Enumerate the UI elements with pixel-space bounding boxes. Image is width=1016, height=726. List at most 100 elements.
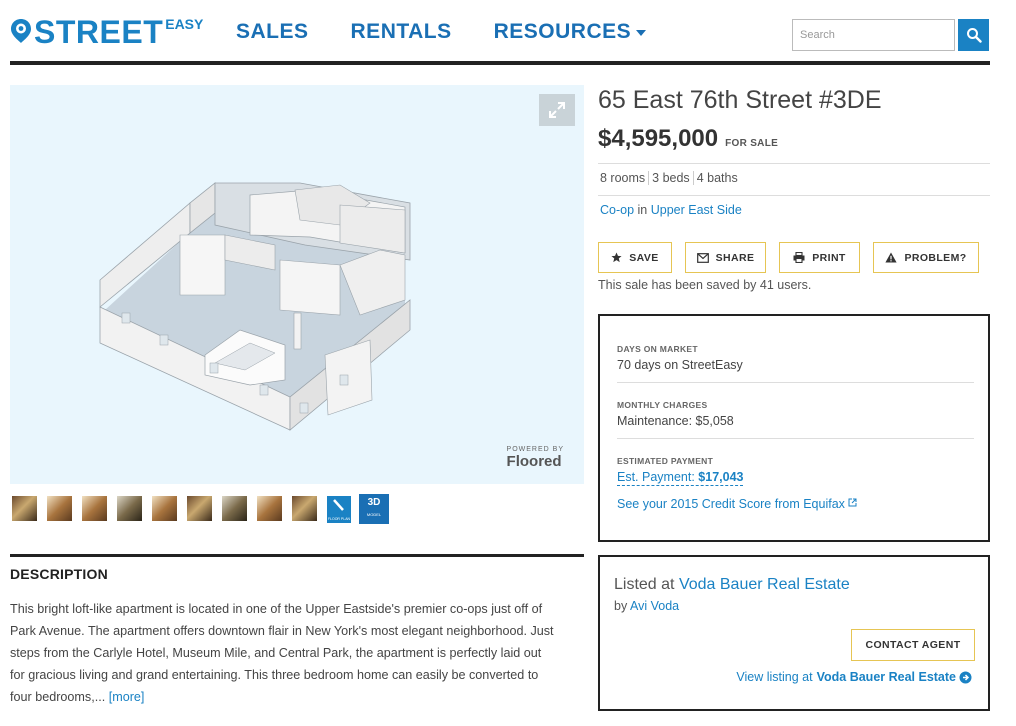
save-label: SAVE	[629, 251, 659, 264]
photo-thumbnail[interactable]	[117, 496, 142, 521]
floored-brand: Floored	[506, 453, 562, 470]
days-on-market-value: 70 days on StreetEasy	[617, 358, 743, 372]
star-icon	[611, 252, 622, 263]
brokerage-link[interactable]: Voda Bauer Real Estate	[679, 576, 850, 593]
nav-sales[interactable]: SALES	[236, 20, 309, 44]
logo-wordmark: STREET	[34, 14, 164, 50]
main-nav: SALES RENTALS RESOURCES	[236, 20, 647, 44]
header-divider	[10, 61, 990, 65]
photo-thumbnail[interactable]	[152, 496, 177, 521]
listed-at-prefix: Listed at	[614, 576, 675, 593]
more-link[interactable]: [more]	[109, 690, 145, 704]
agent-name-link[interactable]: Avi Voda	[630, 599, 679, 613]
envelope-icon	[696, 252, 709, 263]
listing-price: $4,595,000	[598, 125, 719, 152]
warning-icon	[885, 252, 898, 263]
listing-details: 8 rooms 3 beds 4 baths	[598, 171, 741, 185]
save-button[interactable]: SAVE	[598, 242, 672, 273]
photo-thumbnail[interactable]	[187, 496, 212, 521]
powered-by-floored: POWERED BY Floored	[507, 446, 564, 470]
nav-resources[interactable]: RESOURCES	[494, 20, 647, 44]
credit-score-link[interactable]: See your 2015 Credit Score from Equifax	[617, 497, 857, 511]
contact-agent-button[interactable]: CONTACT AGENT	[851, 629, 975, 661]
rooms-count: 8 rooms	[600, 171, 646, 185]
description-line: for gracious living and grand entertaini…	[10, 668, 539, 682]
days-on-market-label: DAYS ON MARKET	[617, 344, 698, 354]
photo-thumbnail[interactable]	[47, 496, 72, 521]
description-line: four bedrooms,...	[10, 690, 106, 704]
description-line: Park Avenue. The apartment offers downto…	[10, 624, 554, 638]
floorplan-3d-model	[99, 182, 411, 431]
view-listing-brokerage: Voda Bauer Real Estate	[816, 670, 956, 684]
logo-superscript: EASY	[165, 16, 204, 32]
view-listing-prefix: View listing at	[736, 670, 813, 684]
listing-address: 65 East 76th Street #3DE	[598, 86, 882, 114]
powered-by-label: POWERED BY	[506, 446, 564, 453]
printer-icon	[793, 252, 805, 263]
photo-thumbnail[interactable]	[292, 496, 317, 521]
floor-plan-thumbnail[interactable]: FLOOR PLAN	[327, 496, 351, 523]
estimated-payment-amount: $17,043	[698, 470, 744, 484]
expand-icon	[549, 102, 565, 118]
search-button[interactable]	[958, 19, 989, 51]
share-label: SHARE	[715, 251, 755, 264]
arrow-circle-right-icon	[959, 671, 972, 683]
stats-divider	[617, 382, 974, 383]
problem-label: PROBLEM?	[904, 251, 967, 264]
listing-agent-box: Listed at Voda Bauer Real Estate by Avi …	[598, 555, 990, 711]
estimated-payment-link[interactable]: Est. Payment: $17,043	[617, 470, 744, 486]
search-icon	[966, 28, 982, 43]
photo-thumbnail[interactable]	[222, 496, 247, 521]
expand-fullscreen-button[interactable]	[539, 94, 575, 126]
description-heading: DESCRIPTION	[10, 566, 108, 582]
streeteasy-logo[interactable]: STREET EASY	[10, 14, 203, 50]
property-type-row: Co-op in Upper East Side	[600, 203, 742, 217]
print-button[interactable]: PRINT	[779, 242, 860, 273]
nav-resources-label: RESOURCES	[493, 20, 632, 43]
report-problem-button[interactable]: PROBLEM?	[873, 242, 979, 273]
photo-thumbnail[interactable]	[12, 496, 37, 521]
price-row: $4,595,000 FOR SALE	[598, 125, 778, 153]
external-link-icon	[848, 498, 857, 507]
3d-model-thumbnail[interactable]: 3D MODEL	[359, 494, 389, 524]
stats-divider	[617, 438, 974, 439]
share-button[interactable]: SHARE	[685, 242, 766, 273]
photo-thumbnails: FLOOR PLAN 3D MODEL	[12, 494, 389, 524]
listing-actions: SAVE SHARE PRINT PROBLEM?	[598, 242, 979, 273]
map-pin-logo-icon	[10, 18, 32, 44]
photo-thumbnail[interactable]	[82, 496, 107, 521]
nav-rentals[interactable]: RENTALS	[351, 20, 452, 44]
divider	[598, 195, 990, 196]
photo-thumbnail[interactable]	[257, 496, 282, 521]
listing-stats-box: DAYS ON MARKET 70 days on StreetEasy MON…	[598, 314, 990, 542]
neighborhood-link[interactable]: Upper East Side	[651, 203, 742, 217]
monthly-charges-label: MONTHLY CHARGES	[617, 400, 708, 410]
property-type-link[interactable]: Co-op	[600, 203, 634, 217]
model-label: MODEL	[366, 512, 382, 517]
listing-status: FOR SALE	[725, 138, 779, 149]
description-line: This bright loft-like apartment is locat…	[10, 602, 543, 616]
description-divider	[10, 554, 584, 557]
estimated-payment-prefix: Est. Payment:	[617, 470, 695, 484]
3d-model-viewer[interactable]: POWERED BY Floored	[10, 85, 584, 484]
listed-by: by Avi Voda	[614, 599, 679, 613]
monthly-charges-value: Maintenance: $5,058	[617, 414, 734, 428]
search-input[interactable]: Search	[792, 19, 955, 51]
listed-at: Listed at Voda Bauer Real Estate	[614, 576, 850, 594]
beds-count: 3 beds	[648, 171, 693, 185]
3d-label: 3D	[367, 497, 381, 508]
estimated-payment-label: ESTIMATED PAYMENT	[617, 456, 714, 466]
site-header: STREET EASY SALES RENTALS RESOURCES Sear…	[0, 0, 1016, 66]
view-listing-link[interactable]: View listing at Voda Bauer Real Estate	[736, 670, 972, 684]
description-text: This bright loft-like apartment is locat…	[10, 598, 588, 708]
description-line: steps from the Carlyle Hotel, Museum Mil…	[10, 646, 542, 660]
print-label: PRINT	[812, 251, 846, 264]
caret-down-icon	[636, 30, 647, 36]
pencil-icon	[333, 499, 344, 511]
saved-count-text: This sale has been saved by 41 users.	[598, 278, 812, 292]
in-word: in	[637, 203, 648, 217]
description-last-line: four bedrooms,... [more]	[10, 686, 588, 708]
baths-count: 4 baths	[692, 171, 741, 185]
floor-plan-label: FLOOR PLAN	[327, 517, 351, 521]
by-prefix: by	[614, 599, 628, 613]
